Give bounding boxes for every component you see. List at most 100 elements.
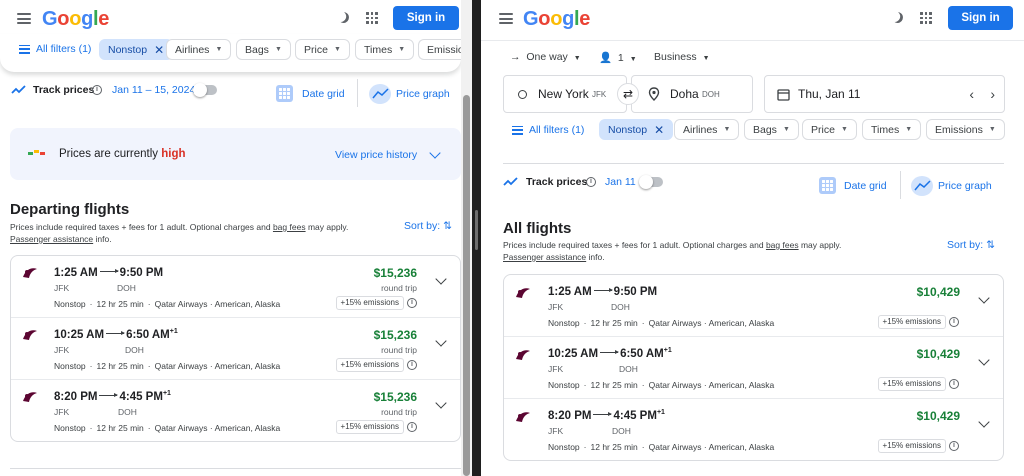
info-icon[interactable]: i	[586, 177, 596, 187]
emissions-label: Emissions	[427, 43, 461, 56]
emissions-filter-chip[interactable]: Emissions	[418, 39, 461, 60]
flight-row[interactable]: 10:25 AM 6:50 AM+1 JFK DOH Nonstop · 12 hr …	[11, 318, 460, 380]
main-menu-icon[interactable]	[499, 13, 513, 24]
info-icon[interactable]: i	[949, 379, 959, 389]
departure-time: 8:20 PM	[548, 409, 592, 422]
google-logo[interactable]: Google	[42, 8, 109, 31]
view-price-history-button[interactable]: View price history	[335, 149, 417, 161]
origin-code: JFK	[548, 302, 564, 312]
price-level-icon	[28, 150, 45, 155]
trip-type-select[interactable]: → One way ▼	[510, 51, 581, 63]
times-label: Times	[364, 43, 393, 56]
expand-chevron-icon[interactable]	[978, 354, 990, 366]
times-filter-chip[interactable]: Times ▼	[355, 39, 415, 60]
flight-times: 8:20 PM 4:45 PM+1	[54, 390, 171, 403]
flight-row[interactable]: 1:25 AM 9:50 PM JFK DOH Nonstop · 12 hr 25 …	[504, 275, 1003, 337]
divider-grip-handle[interactable]	[475, 210, 478, 250]
stops: Nonstop	[54, 423, 86, 433]
nonstop-filter-chip[interactable]: Nonstop ✕	[599, 119, 674, 140]
swap-icon[interactable]: ⇄	[617, 83, 639, 105]
nonstop-filter-chip[interactable]: Nonstop ✕	[99, 39, 174, 60]
divider	[900, 171, 901, 199]
pricing-note: Prices include required taxes + fees for…	[503, 239, 841, 263]
flight-row[interactable]: 1:25 AM 9:50 PM JFK DOH Nonstop · 12 hr 25 …	[11, 256, 460, 318]
bags-filter-chip[interactable]: Bags ▼	[744, 119, 799, 140]
info-icon[interactable]: i	[407, 298, 417, 308]
sign-in-button[interactable]: Sign in	[393, 6, 459, 30]
cabin-class-select[interactable]: Business ▼	[654, 51, 710, 63]
destination-input[interactable]: Doha DOH	[631, 75, 753, 113]
expand-chevron-icon[interactable]	[978, 416, 990, 428]
times-filter-chip[interactable]: Times ▼	[862, 119, 922, 140]
stops: Nonstop	[54, 361, 86, 371]
bag-fees-link[interactable]: bag fees	[766, 240, 799, 250]
close-icon[interactable]: ✕	[154, 43, 164, 57]
info-icon[interactable]: i	[949, 441, 959, 451]
passenger-assistance-link[interactable]: Passenger assistance	[10, 234, 93, 244]
bags-filter-chip[interactable]: Bags ▼	[236, 39, 291, 60]
left-pane-scrollbar[interactable]	[461, 0, 472, 476]
track-prices-toggle[interactable]	[639, 175, 663, 189]
pricing-note-text: Prices include required taxes + fees for…	[10, 222, 273, 232]
price-graph-button[interactable]: Price graph	[396, 88, 450, 100]
chevron-left-icon[interactable]: ‹	[969, 86, 974, 102]
close-icon[interactable]: ✕	[654, 123, 664, 137]
date-grid-button[interactable]: Date grid	[844, 180, 887, 192]
expand-chevron-icon[interactable]	[978, 292, 990, 304]
airlines-filter-chip[interactable]: Airlines ▼	[674, 119, 740, 140]
google-logo[interactable]: Google	[523, 8, 590, 31]
airlines: Qatar Airways · American, Alaska	[154, 361, 281, 371]
departure-date-input[interactable]: Thu, Jan 11 ‹ ›	[764, 75, 1005, 113]
main-menu-icon[interactable]	[17, 13, 31, 24]
origin-city: New York	[538, 87, 589, 101]
pricing-note-text: info.	[586, 252, 605, 262]
trip-type: round trip	[381, 283, 417, 293]
airlines-filter-chip[interactable]: Airlines ▼	[166, 39, 232, 60]
date-grid-icon	[819, 177, 836, 194]
track-prices-label: Track prices	[33, 84, 95, 96]
apps-grid-icon[interactable]	[366, 12, 378, 24]
all-filters-button[interactable]: All filters (1)	[19, 43, 91, 55]
passenger-assistance-link[interactable]: Passenger assistance	[503, 252, 586, 262]
date-grid-icon	[276, 85, 293, 102]
flight-row[interactable]: 8:20 PM 4:45 PM+1 JFK DOH Nonstop · 12 hr 2…	[11, 380, 460, 442]
all-filters-button[interactable]: All filters (1)	[512, 124, 584, 136]
split-view-divider[interactable]	[472, 0, 481, 476]
origin-input[interactable]: New York JFK	[503, 75, 627, 113]
departure-date: Thu, Jan 11	[798, 87, 861, 101]
emissions-badge: +15% emissions	[335, 358, 404, 372]
price-filter-chip[interactable]: Price ▼	[295, 39, 350, 60]
departure-time: 8:20 PM	[54, 390, 98, 403]
sign-in-button[interactable]: Sign in	[948, 6, 1013, 30]
flight-price: $15,236	[373, 328, 417, 342]
emissions-filter-chip[interactable]: Emissions ▼	[926, 119, 1005, 140]
info-icon[interactable]: i	[92, 85, 102, 95]
sort-by-button[interactable]: Sort by: ⇅	[947, 239, 995, 251]
track-prices-toggle[interactable]	[193, 83, 217, 97]
price-graph-button[interactable]: Price graph	[938, 180, 992, 192]
emissions-label: Emissions	[935, 123, 983, 136]
dark-theme-icon[interactable]	[336, 10, 350, 24]
sort-by-button[interactable]: Sort by: ⇅	[404, 220, 452, 232]
date-grid-button[interactable]: Date grid	[302, 88, 345, 100]
qatar-airways-logo	[516, 288, 530, 298]
chevron-right-icon[interactable]: ›	[990, 86, 995, 102]
flight-row[interactable]: 10:25 AM 6:50 AM+1 JFK DOH Nonstop · 12 hr …	[504, 337, 1003, 399]
sort-icon: ⇅	[986, 239, 995, 251]
flight-row[interactable]: 8:20 PM 4:45 PM+1 JFK DOH Nonstop · 12 hr 2…	[504, 399, 1003, 461]
expand-chevron-icon[interactable]	[435, 397, 447, 409]
passengers-select[interactable]: 👤 1 ▼	[599, 51, 637, 64]
info-icon[interactable]: i	[407, 360, 417, 370]
info-icon[interactable]: i	[949, 317, 959, 327]
expand-chevron-icon[interactable]	[435, 335, 447, 347]
apps-grid-icon[interactable]	[920, 12, 932, 24]
expand-chevron-icon[interactable]	[435, 273, 447, 285]
scrollbar-thumb[interactable]	[463, 95, 470, 476]
location-pin-icon	[648, 87, 660, 101]
pricing-note-text: may apply.	[798, 240, 842, 250]
qatar-airways-logo	[23, 330, 37, 340]
price-filter-chip[interactable]: Price ▼	[802, 119, 857, 140]
info-icon[interactable]: i	[407, 422, 417, 432]
dark-theme-icon[interactable]	[890, 10, 904, 24]
bag-fees-link[interactable]: bag fees	[273, 222, 306, 232]
